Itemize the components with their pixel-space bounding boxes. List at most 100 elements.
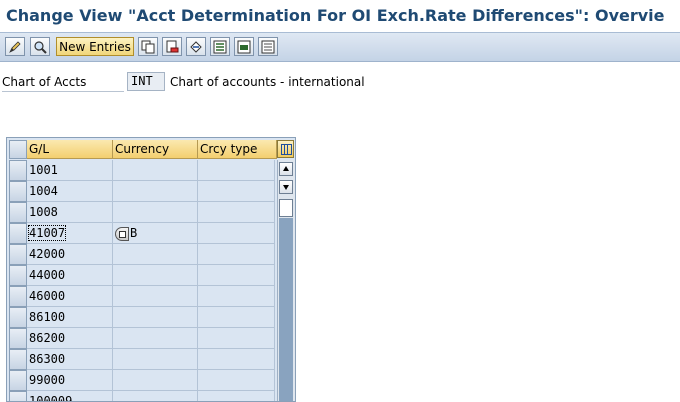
window-title: Change View "Acct Determination For OI E… <box>6 6 665 25</box>
table-row: 1004 <box>7 181 277 202</box>
row-selector[interactable] <box>9 181 27 202</box>
gl-account-value: 46000 <box>29 289 66 303</box>
scroll-up-icon[interactable] <box>279 162 293 176</box>
currency-cell[interactable] <box>113 181 198 202</box>
scrollbar-thumb[interactable] <box>279 199 293 217</box>
gl-account-cell[interactable]: 86200 <box>27 328 113 349</box>
currency-cell[interactable] <box>113 349 198 370</box>
chart-of-accts-field[interactable]: INT <box>127 72 165 91</box>
scroll-down-icon[interactable] <box>279 180 293 194</box>
crcy-type-cell[interactable] <box>198 391 275 401</box>
gl-account-value: 41007 <box>27 225 67 241</box>
row-selector[interactable] <box>9 160 27 181</box>
application-toolbar: New Entries <box>0 32 680 62</box>
copy-as-icon[interactable] <box>138 37 158 56</box>
gl-account-cell[interactable]: 1001 <box>27 160 113 181</box>
row-selector[interactable] <box>9 307 27 328</box>
value-help-icon[interactable] <box>115 226 129 241</box>
gl-account-value: 1004 <box>29 184 58 198</box>
crcy-type-cell[interactable] <box>198 160 275 181</box>
gl-account-table: G/L Currency Crcy type 1001 1004 1008 41007… <box>6 137 296 402</box>
gl-account-value: 100009 <box>29 394 73 402</box>
gl-account-value: 1008 <box>29 205 58 219</box>
currency-cell[interactable] <box>113 244 198 265</box>
currency-cell[interactable] <box>113 307 198 328</box>
currency-cell[interactable] <box>113 160 198 181</box>
table-row: 42000 <box>7 244 277 265</box>
delete-icon[interactable] <box>162 37 182 56</box>
gl-account-value: 99000 <box>29 373 66 387</box>
chart-of-accts-label: Chart of Accts <box>2 75 124 92</box>
gl-account-cell[interactable]: 86100 <box>27 307 113 328</box>
gl-account-value: 86200 <box>29 331 66 345</box>
row-selector[interactable] <box>9 223 27 244</box>
column-header-currency[interactable]: Currency <box>113 140 198 159</box>
crcy-type-cell[interactable] <box>198 223 275 244</box>
details-icon[interactable] <box>30 37 50 56</box>
gl-account-value: 1001 <box>29 163 58 177</box>
gl-account-cell[interactable]: 42000 <box>27 244 113 265</box>
scrollbar-track[interactable] <box>279 218 293 401</box>
table-row: 100009 <box>7 391 277 402</box>
gl-account-value: 42000 <box>29 247 66 261</box>
gl-account-cell[interactable]: 86300 <box>27 349 113 370</box>
row-selector[interactable] <box>9 391 27 401</box>
row-selector[interactable] <box>9 328 27 349</box>
table-row: 41007 B <box>7 223 277 244</box>
gl-account-cell[interactable]: 41007 <box>27 223 113 244</box>
crcy-type-cell[interactable] <box>198 265 275 286</box>
gl-account-cell[interactable]: 99000 <box>27 370 113 391</box>
undo-change-icon[interactable] <box>186 37 206 56</box>
crcy-type-cell[interactable] <box>198 244 275 265</box>
currency-cell[interactable] <box>113 265 198 286</box>
select-block-icon[interactable] <box>234 37 254 56</box>
table-row: 1001 <box>7 160 277 181</box>
gl-account-value: 86300 <box>29 352 66 366</box>
gl-account-cell[interactable]: 46000 <box>27 286 113 307</box>
column-header-gl[interactable]: G/L <box>27 140 113 159</box>
gl-account-cell[interactable]: 1008 <box>27 202 113 223</box>
row-selector[interactable] <box>9 202 27 223</box>
display-change-icon[interactable] <box>5 37 25 56</box>
table-row: 86200 <box>7 328 277 349</box>
currency-value: B <box>130 226 138 240</box>
deselect-all-icon[interactable] <box>258 37 278 56</box>
currency-cell[interactable] <box>113 370 198 391</box>
gl-account-cell[interactable]: 44000 <box>27 265 113 286</box>
currency-cell[interactable] <box>113 391 198 401</box>
currency-cell[interactable] <box>113 286 198 307</box>
table-settings-icon[interactable] <box>277 140 294 158</box>
table-row: 1008 <box>7 202 277 223</box>
crcy-type-cell[interactable] <box>198 202 275 223</box>
gl-account-value: 86100 <box>29 310 66 324</box>
chart-of-accts-description: Chart of accounts - international <box>170 75 365 89</box>
row-selector[interactable] <box>9 349 27 370</box>
table-row: 86300 <box>7 349 277 370</box>
row-selector[interactable] <box>9 265 27 286</box>
currency-cell[interactable]: B <box>113 223 198 244</box>
crcy-type-cell[interactable] <box>198 181 275 202</box>
crcy-type-cell[interactable] <box>198 328 275 349</box>
table-row: 46000 <box>7 286 277 307</box>
gl-account-value: 44000 <box>29 268 66 282</box>
currency-cell[interactable] <box>113 202 198 223</box>
new-entries-button[interactable]: New Entries <box>56 37 134 56</box>
table-row: 86100 <box>7 307 277 328</box>
currency-cell[interactable] <box>113 328 198 349</box>
column-header-crcy-type[interactable]: Crcy type <box>198 140 277 159</box>
crcy-type-cell[interactable] <box>198 370 275 391</box>
table-row: 44000 <box>7 265 277 286</box>
gl-account-cell[interactable]: 100009 <box>27 391 113 402</box>
gl-account-cell[interactable]: 1004 <box>27 181 113 202</box>
crcy-type-cell[interactable] <box>198 286 275 307</box>
crcy-type-cell[interactable] <box>198 349 275 370</box>
vertical-scrollbar[interactable] <box>277 160 295 401</box>
row-selector[interactable] <box>9 244 27 265</box>
row-selector[interactable] <box>9 370 27 391</box>
crcy-type-cell[interactable] <box>198 307 275 328</box>
select-all-rows-button[interactable] <box>9 140 27 159</box>
window-title-bar: Change View "Acct Determination For OI E… <box>0 0 680 32</box>
select-all-icon[interactable] <box>210 37 230 56</box>
table-row: 99000 <box>7 370 277 391</box>
row-selector[interactable] <box>9 286 27 307</box>
